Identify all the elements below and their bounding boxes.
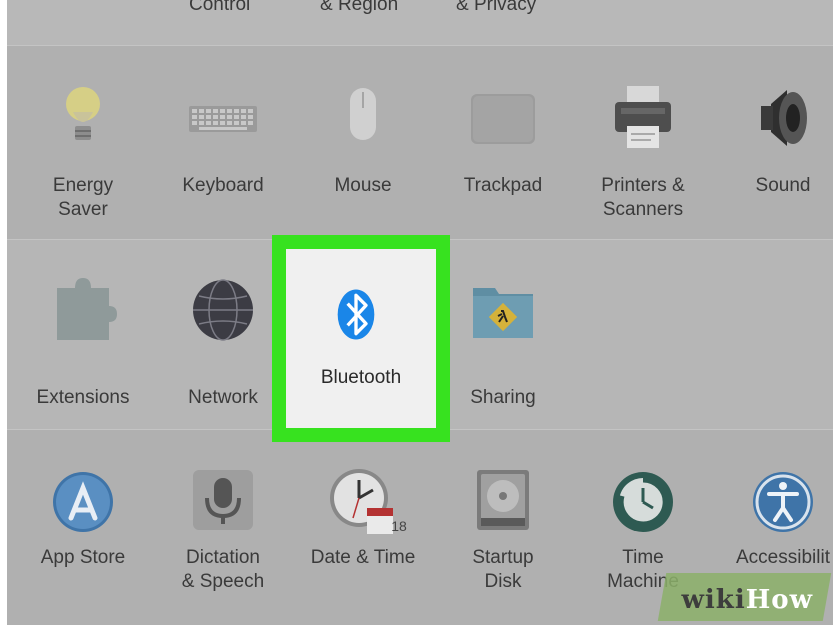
globe-icon bbox=[193, 279, 253, 341]
pref-label: Keyboard bbox=[182, 175, 264, 196]
pref-label: Accessibilit bbox=[736, 547, 830, 568]
speaker-icon bbox=[761, 90, 807, 146]
pref-printers-scanners[interactable]: Printers & Scanners bbox=[573, 82, 713, 222]
keyboard-icon bbox=[189, 106, 257, 132]
wikihow-watermark: wikiHow bbox=[681, 585, 813, 615]
hard-disk-icon bbox=[477, 470, 529, 530]
pref-trackpad[interactable]: Trackpad bbox=[433, 82, 573, 222]
calendar-day: 18 bbox=[391, 518, 407, 534]
mouse-icon bbox=[350, 88, 376, 140]
pref-sound[interactable]: Sound bbox=[713, 82, 833, 222]
bluetooth-highlight-box: Bluetooth bbox=[272, 235, 450, 442]
app-store-icon bbox=[53, 472, 113, 532]
pref-label: Bluetooth bbox=[320, 367, 402, 388]
hardware-row: Energy Saver Keyboard Mouse Trackpad Pri… bbox=[7, 46, 833, 239]
pref-label: Extensions bbox=[36, 387, 130, 408]
puzzle-piece-icon bbox=[57, 278, 117, 340]
time-machine-icon bbox=[613, 472, 673, 532]
pref-mouse[interactable]: Mouse bbox=[293, 82, 433, 222]
pref-label: Startup Disk bbox=[472, 547, 534, 592]
pref-bluetooth[interactable]: Bluetooth bbox=[291, 284, 431, 414]
pref-label: Dictation & Speech bbox=[181, 547, 265, 592]
accessibility-icon bbox=[753, 472, 813, 532]
pref-label: Mouse bbox=[334, 175, 392, 196]
pref-label: & Region bbox=[320, 0, 399, 15]
pref-label: Energy Saver bbox=[52, 175, 114, 220]
pref-keyboard[interactable]: Keyboard bbox=[153, 82, 293, 222]
pref-label: Printers & Scanners bbox=[601, 175, 685, 220]
pref-startup-disk[interactable]: Startup Disk bbox=[433, 466, 573, 606]
pref-app-store[interactable]: App Store bbox=[13, 466, 153, 606]
pref-sharing[interactable]: Sharing bbox=[433, 272, 573, 408]
pref-label: & Privacy bbox=[456, 0, 537, 15]
pref-label: Control bbox=[189, 0, 251, 15]
microphone-icon bbox=[193, 470, 253, 530]
pref-energy-saver[interactable]: Energy Saver bbox=[13, 82, 153, 222]
printer-icon bbox=[615, 86, 671, 148]
pref-label: Sound bbox=[755, 175, 811, 196]
pref-label: App Store bbox=[40, 547, 126, 568]
lightbulb-icon bbox=[66, 87, 100, 140]
sharing-folder-icon bbox=[473, 288, 533, 338]
pref-label: Date & Time bbox=[310, 547, 416, 568]
pref-date-time[interactable]: 18 Date & Time bbox=[293, 466, 433, 606]
pref-dictation-speech[interactable]: Dictation & Speech bbox=[153, 466, 293, 606]
pref-extensions[interactable]: Extensions bbox=[13, 272, 153, 408]
trackpad-icon bbox=[471, 94, 535, 144]
pref-label: Sharing bbox=[470, 387, 536, 408]
bluetooth-icon bbox=[337, 289, 375, 340]
pref-label: Trackpad bbox=[463, 175, 543, 196]
partial-top-row: Control & Region & Privacy bbox=[7, 0, 833, 45]
